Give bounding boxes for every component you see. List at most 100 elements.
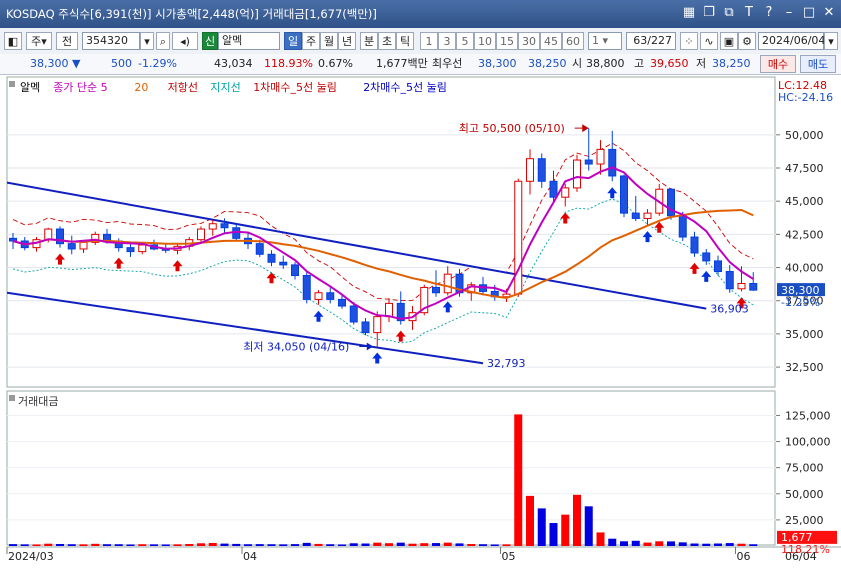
low-annotation: 최저 34,050 (04/16) xyxy=(243,341,349,354)
count-field[interactable]: 63/227 xyxy=(626,32,676,50)
restore-icon[interactable]: □ xyxy=(801,4,817,22)
copy-icon[interactable]: ❐ xyxy=(701,4,717,22)
volume-bar xyxy=(79,544,88,546)
volume-bar xyxy=(349,543,358,546)
tab-period-year[interactable]: 년 xyxy=(338,32,356,50)
interval-30[interactable]: 30 xyxy=(518,32,540,50)
y-tick-label: 47,500 xyxy=(785,162,824,175)
volume-ratio: 118.93% xyxy=(264,57,313,70)
market-select[interactable]: 주▾ xyxy=(26,32,52,50)
candle-body xyxy=(79,241,88,250)
panel-icon[interactable]: ◧ xyxy=(4,32,22,50)
y-tick-label: 45,000 xyxy=(785,195,824,208)
volume-bar xyxy=(9,544,17,546)
trade-amount: 1,677백만 xyxy=(376,57,428,70)
help-icon[interactable]: ? xyxy=(761,4,777,22)
name-field[interactable]: 알멕 xyxy=(218,32,280,50)
tab-period-minute[interactable]: 분 xyxy=(360,32,378,50)
volume-bar xyxy=(432,543,440,546)
candle-body xyxy=(514,180,523,295)
volume-y-tick-label: 100,000 xyxy=(785,436,831,449)
candle-body xyxy=(361,321,370,334)
legend-item: 1차매수_5선 눌림 xyxy=(253,81,337,94)
sin-badge: 신 xyxy=(202,32,218,50)
candle-body xyxy=(373,316,382,334)
interval-60[interactable]: 60 xyxy=(562,32,584,50)
gear-icon[interactable]: ⚙ xyxy=(738,32,756,50)
open-label: 시 xyxy=(572,57,583,70)
volume-bar xyxy=(690,543,699,546)
candle-body xyxy=(44,228,53,241)
candle-body xyxy=(690,236,699,254)
volume-bar xyxy=(596,532,605,546)
interval-15[interactable]: 15 xyxy=(496,32,518,50)
volume-bar xyxy=(620,541,628,546)
font-icon[interactable]: T xyxy=(741,4,757,22)
grid-icon[interactable]: ▦ xyxy=(681,4,697,22)
volume-bar xyxy=(244,544,252,546)
speaker-icon[interactable]: ◂) xyxy=(172,32,198,50)
wave-icon[interactable]: ∿ xyxy=(700,32,718,50)
volume-bar xyxy=(103,544,111,546)
high-annotation: 최고 50,500 (05/10) xyxy=(459,122,565,135)
tab-period-day[interactable]: 일 xyxy=(284,32,302,50)
volume-bar xyxy=(291,544,299,546)
candle-body xyxy=(197,228,205,241)
volume-bar xyxy=(56,544,64,546)
volume-bar xyxy=(443,542,452,546)
interval-1[interactable]: 1 xyxy=(420,32,438,50)
volume-bar xyxy=(361,543,370,546)
code-dropdown-icon[interactable]: ▾ xyxy=(140,32,154,50)
candle-body xyxy=(596,148,605,165)
code-input[interactable]: 354320 xyxy=(82,32,140,50)
type-button[interactable]: 전 xyxy=(56,32,78,50)
volume-title: 거래대금 xyxy=(18,395,58,408)
volume-bar xyxy=(150,544,158,546)
candle-body xyxy=(314,292,323,300)
tab-period-second[interactable]: 초 xyxy=(378,32,396,50)
x-tick-label: 06 xyxy=(737,550,751,563)
volume-bar xyxy=(561,514,570,546)
current-price: 38,300 xyxy=(30,57,69,70)
volume-bar xyxy=(526,495,534,546)
interval-select[interactable]: 1 ▾ xyxy=(588,32,622,50)
buy-button[interactable]: 매수 xyxy=(760,55,796,73)
volume-bar xyxy=(678,542,687,546)
tab-period-week[interactable]: 주 xyxy=(302,32,320,50)
interval-select-value: 1 xyxy=(592,34,599,47)
sell-button[interactable]: 매도 xyxy=(800,55,836,73)
interval-45[interactable]: 45 xyxy=(540,32,562,50)
volume-bar xyxy=(220,543,229,546)
volume-bar xyxy=(32,544,41,546)
volume-bar xyxy=(537,508,546,546)
volume-bar xyxy=(232,543,241,546)
interval-3[interactable]: 3 xyxy=(438,32,456,50)
legend-item: 지지선 xyxy=(210,81,240,94)
tab-period-tick[interactable]: 틱 xyxy=(396,32,414,50)
dots-icon[interactable]: ⁘ xyxy=(680,32,698,50)
minimize-icon[interactable]: – xyxy=(781,4,797,22)
best-bid: 38,250 xyxy=(528,57,567,70)
volume-bar xyxy=(490,544,499,546)
candle-body xyxy=(208,223,217,230)
close-icon[interactable]: ✕ xyxy=(821,4,837,22)
search-icon[interactable]: ⌕ xyxy=(156,32,170,50)
volume-bar xyxy=(338,544,346,546)
volume-bar xyxy=(420,543,429,546)
save-icon[interactable]: ▣ xyxy=(720,32,738,50)
chart-svg: 알멕 종가 단순 5 20 저항선 지지선 1차매수_5선 눌림 2차매수_5선 눌림 LC:… xyxy=(6,76,841,563)
calendar-icon[interactable]: ▾ xyxy=(824,32,838,50)
interval-5[interactable]: 5 xyxy=(456,32,474,50)
low-price: 38,250 xyxy=(712,57,751,70)
upper-trend-label: 36,903 xyxy=(710,303,749,316)
date-input[interactable]: 2024/06/04 xyxy=(758,32,825,50)
tab-period-month[interactable]: 월 xyxy=(320,32,338,50)
turnover-pct: 0.67% xyxy=(318,57,353,70)
interval-10[interactable]: 10 xyxy=(474,32,496,50)
volume-bar xyxy=(714,543,722,546)
down-arrow-icon: ▼ xyxy=(72,57,81,70)
link-icon[interactable]: ⧉ xyxy=(721,4,737,22)
volume: 43,034 xyxy=(214,57,253,70)
volume-bar xyxy=(279,544,288,546)
volume-bar xyxy=(385,543,393,546)
